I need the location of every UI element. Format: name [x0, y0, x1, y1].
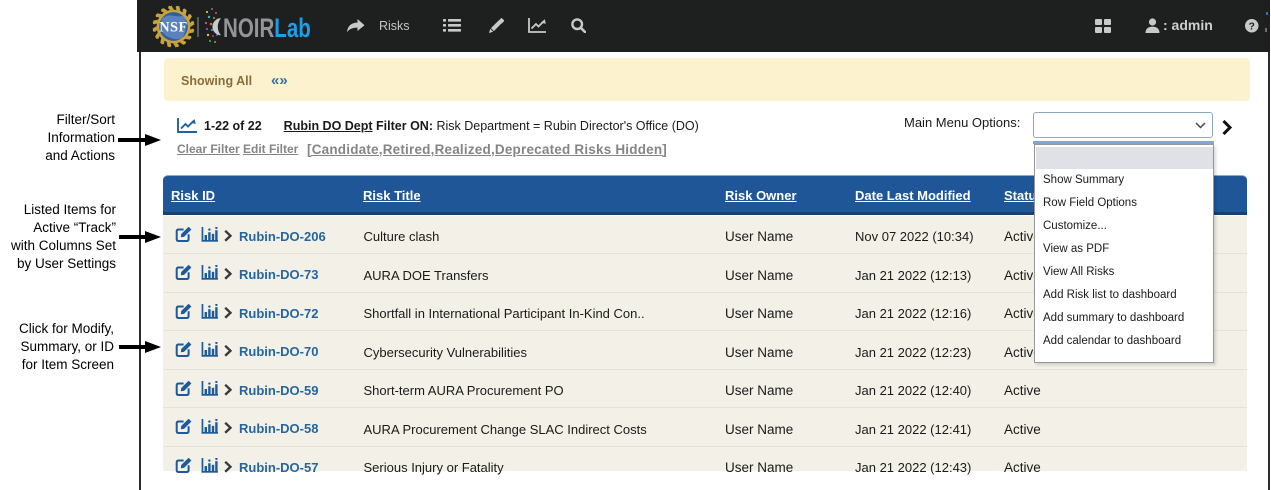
svg-text:NSF: NSF: [159, 19, 188, 35]
svg-text:?: ?: [1249, 22, 1255, 33]
